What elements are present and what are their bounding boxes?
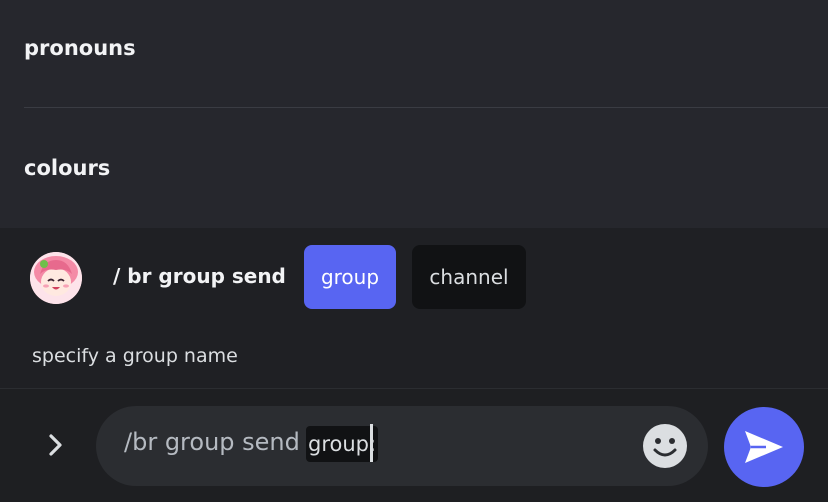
param-chip-channel[interactable]: channel: [412, 245, 526, 309]
option-item-colours[interactable]: colours: [24, 108, 828, 228]
chevron-right-icon[interactable]: [40, 427, 72, 463]
option-item-pronouns[interactable]: pronouns: [24, 0, 828, 96]
bot-avatar: [30, 252, 82, 304]
command-text: /br group send: [124, 428, 300, 456]
send-button[interactable]: [724, 407, 804, 487]
param-chip-group[interactable]: group: [304, 245, 396, 309]
option-label: pronouns: [24, 36, 136, 60]
option-suggestions: pronouns colours: [0, 0, 828, 228]
command-name: / br group send: [113, 264, 286, 288]
message-composer: /br group send group:: [0, 389, 828, 502]
message-input[interactable]: /br group send group:: [96, 406, 708, 486]
param-description: specify a group name: [32, 345, 238, 367]
text-cursor: [370, 424, 373, 462]
smiley-face-icon[interactable]: [642, 423, 688, 469]
option-token-group[interactable]: group:: [306, 426, 379, 462]
option-label: colours: [24, 156, 111, 180]
command-panel: / br group send group channel specify a …: [0, 228, 828, 388]
send-arrow-icon: [745, 431, 783, 463]
